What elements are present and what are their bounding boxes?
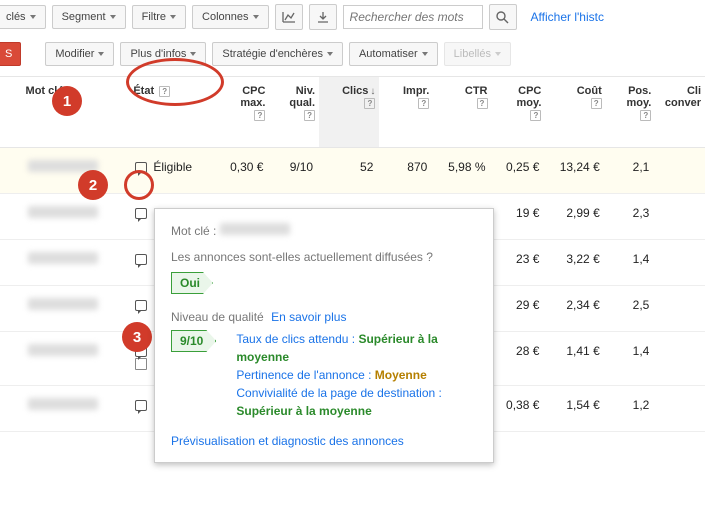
speech-bubble-icon[interactable] (135, 208, 147, 219)
chart-icon[interactable] (275, 4, 303, 30)
status-s-button[interactable]: S (0, 42, 21, 66)
col-avgpos[interactable]: Pos. moy.? (606, 77, 656, 148)
keyword-cell (28, 206, 98, 218)
col-clicks[interactable]: Clics↓? (319, 77, 379, 148)
keyword-cell (28, 252, 98, 264)
ad-relevance-line: Pertinence de l'annonce : Moyenne (236, 366, 477, 384)
ad-preview-link[interactable]: Prévisualisation et diagnostic des annon… (171, 434, 404, 448)
popup-keyword-value (220, 223, 290, 235)
expected-ctr-line: Taux de clics attendu : Supérieur à la m… (236, 330, 477, 366)
modify-button[interactable]: Modifier (45, 42, 114, 66)
filter-button[interactable]: Filtre (132, 5, 186, 29)
popup-serving-yes: Oui (171, 272, 213, 294)
speech-bubble-icon[interactable] (135, 254, 147, 265)
col-avgcpc[interactable]: CPC moy.? (492, 77, 546, 148)
col-ctr[interactable]: CTR? (433, 77, 491, 148)
keyword-cell (28, 398, 98, 410)
search-icon[interactable] (489, 4, 517, 30)
keyword-cell (28, 344, 98, 356)
col-cost[interactable]: Coût? (545, 77, 605, 148)
annotation-circle-bubble (124, 170, 154, 200)
history-link[interactable]: Afficher l'histc (531, 10, 604, 24)
automate-button[interactable]: Automatiser (349, 42, 438, 66)
keywords-fragment: clés (0, 5, 46, 29)
col-conv[interactable]: Cli conver (655, 77, 705, 148)
annotation-2: 2 (78, 170, 108, 200)
bid-strategy-button[interactable]: Stratégie d'enchères (212, 42, 343, 66)
search-input[interactable] (343, 5, 483, 29)
columns-button[interactable]: Colonnes (192, 5, 268, 29)
speech-bubble-icon[interactable] (135, 300, 147, 311)
segment-button[interactable]: Segment (52, 5, 126, 29)
col-maxcpc[interactable]: CPC max.? (216, 77, 270, 148)
quality-score-pill: 9/10 (171, 330, 216, 352)
popup-serving-question: Les annonces sont-elles actuellement dif… (171, 250, 477, 264)
labels-button[interactable]: Libellés (444, 42, 511, 66)
learn-more-link[interactable]: En savoir plus (271, 310, 346, 324)
popup-keyword-label: Mot clé : (171, 224, 216, 238)
annotation-circle-etat (126, 58, 224, 106)
annotation-3: 3 (122, 322, 152, 352)
landing-page-line: Convivialité de la page de destination :… (236, 384, 477, 420)
download-icon[interactable] (309, 4, 337, 30)
popup-quality-label: Niveau de qualité (171, 310, 264, 324)
status-text: Éligible (153, 160, 192, 174)
col-quality[interactable]: Niv. qual.? (269, 77, 319, 148)
keyword-cell (28, 298, 98, 310)
annotation-1: 1 (52, 86, 82, 116)
speech-bubble-icon[interactable] (135, 400, 147, 411)
status-popup: Mot clé : Les annonces sont-elles actuel… (154, 208, 494, 463)
col-impr[interactable]: Impr.? (379, 77, 433, 148)
